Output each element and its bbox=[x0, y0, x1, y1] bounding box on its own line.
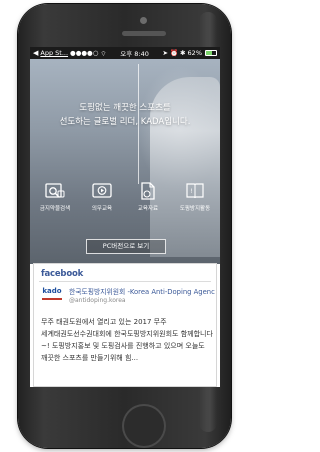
pc-version-button[interactable]: PC버전으로 보기 bbox=[86, 239, 166, 254]
status-time: 오후 8:40 bbox=[120, 50, 149, 58]
hero-banner: 도핑없는 깨끗한 스포츠를 선도하는 글로벌 리더, KADA입니다. 금지약물… bbox=[30, 59, 220, 264]
battery-icon bbox=[205, 50, 217, 56]
hero-title-line1: 도핑없는 깨끗한 스포츠를 bbox=[79, 103, 171, 113]
facebook-post-text[interactable]: 무주 태권도원에서 열리고 있는 2017 무주 세계태권도선수권대회에 한국도… bbox=[41, 316, 215, 364]
menu-item-activities[interactable]: ! 도핑방지활동 bbox=[173, 182, 217, 212]
search-drug-icon bbox=[45, 183, 65, 198]
bluetooth-icon: ✱ bbox=[180, 49, 186, 57]
divider bbox=[39, 281, 211, 282]
facebook-page-handle: @antidoping.korea bbox=[69, 297, 126, 304]
wifi-icon: ⌔ bbox=[100, 49, 107, 58]
status-bar: ◀ App St... ●●●●○ ⌔ 오후 8:40 ➤ ⏰ ✱ 62% bbox=[30, 47, 220, 59]
quick-menu: 금지약물검색 의무교육 교육자료 ! 도핑방지활동 bbox=[30, 182, 220, 222]
speaker-grille bbox=[122, 31, 166, 36]
location-icon: ➤ bbox=[162, 49, 168, 57]
book-icon: ! bbox=[186, 183, 204, 199]
home-button[interactable] bbox=[122, 404, 166, 448]
back-to-app-link[interactable]: App St... bbox=[40, 49, 68, 57]
kado-logo-bar bbox=[42, 298, 62, 300]
facebook-page-name[interactable]: 한국도핑방지위원회 -Korea Anti-Doping Agency bbox=[69, 286, 215, 296]
menu-label: 금지약물검색 bbox=[39, 206, 71, 212]
document-icon bbox=[141, 182, 155, 200]
menu-item-education[interactable]: 의무교육 bbox=[80, 182, 124, 212]
video-play-icon bbox=[92, 183, 112, 198]
menu-item-materials[interactable]: 교육자료 bbox=[126, 182, 170, 212]
signal-indicator: ●●●●○ bbox=[70, 49, 99, 57]
menu-item-drug-search[interactable]: 금지약물검색 bbox=[33, 182, 77, 212]
back-arrow-icon[interactable]: ◀ bbox=[33, 49, 38, 57]
svg-text:!: ! bbox=[191, 188, 193, 195]
facebook-widget: facebook kado 한국도핑방지위원회 -Korea Anti-Dopi… bbox=[33, 263, 217, 387]
menu-label: 교육자료 bbox=[137, 206, 159, 212]
alarm-icon: ⏰ bbox=[170, 49, 179, 57]
kado-logo[interactable]: kado bbox=[41, 286, 63, 306]
phone-screen: ◀ App St... ●●●●○ ⌔ 오후 8:40 ➤ ⏰ ✱ 62% 도핑… bbox=[30, 47, 220, 387]
hero-title-line2: 선도하는 글로벌 리더, KADA입니다. bbox=[59, 117, 191, 127]
facebook-logo[interactable]: facebook bbox=[41, 269, 83, 279]
battery-percent: 62% bbox=[187, 49, 202, 57]
camera-icon bbox=[140, 17, 147, 24]
menu-label: 의무교육 bbox=[91, 206, 113, 212]
menu-label: 도핑방지활동 bbox=[179, 206, 211, 212]
